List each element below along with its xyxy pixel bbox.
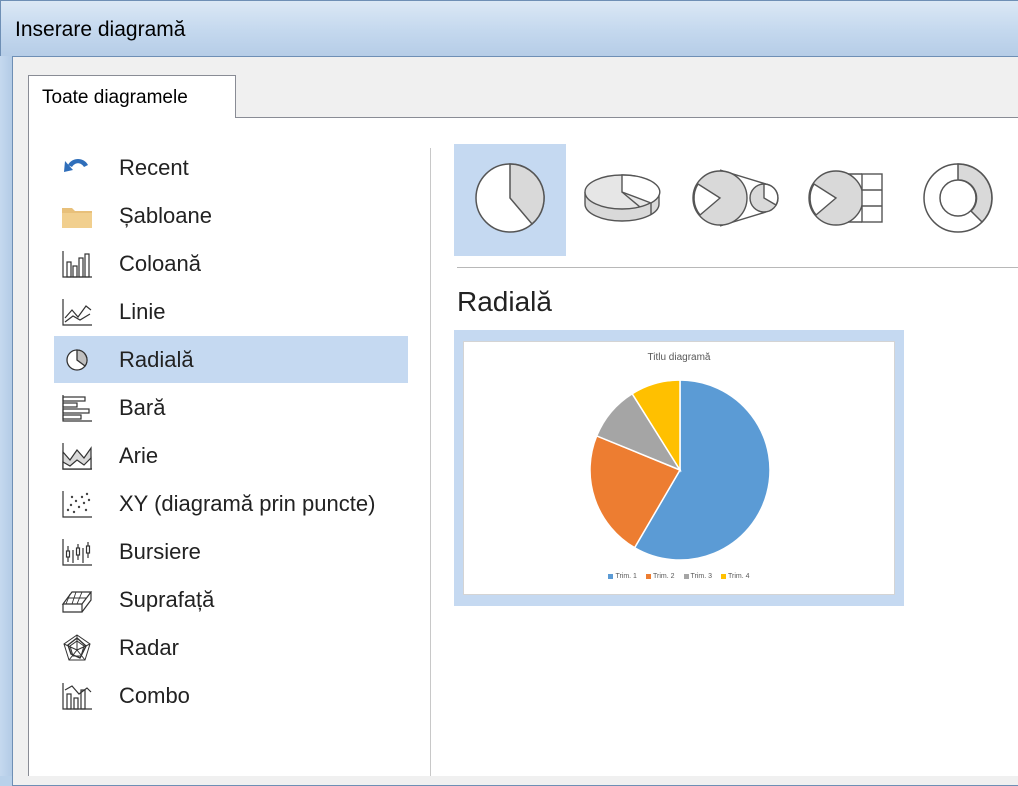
sidebar-item-label: Radială — [119, 346, 194, 372]
legend-item: Trim. 1 — [608, 573, 637, 580]
stock-chart-icon — [60, 536, 94, 568]
bar-of-pie-icon — [798, 158, 894, 243]
sidebar-item-radar[interactable]: Radar — [54, 624, 408, 671]
sidebar-item-recent[interactable]: Recent — [54, 144, 408, 191]
sidebar-item-label: Coloană — [119, 250, 201, 276]
bar-chart-icon — [60, 392, 94, 424]
sidebar-item-scatter[interactable]: XY (diagramă prin puncte) — [54, 480, 408, 527]
legend-label: Trim. 4 — [728, 573, 750, 580]
scatter-chart-icon — [60, 488, 94, 520]
combo-chart-icon — [60, 680, 94, 712]
title-bar: Inserare diagramă — [0, 0, 1018, 56]
legend-label: Trim. 2 — [652, 573, 675, 580]
area-chart-icon — [60, 440, 94, 472]
tab-strip-line — [236, 117, 1018, 118]
sidebar-item-label: Combo — [119, 682, 190, 708]
pie-chart — [589, 379, 771, 561]
legend-swatch — [608, 574, 614, 579]
subtype-bar-of-pie[interactable] — [790, 144, 902, 256]
chart-preview-canvas: Titlu diagramă Trim. 1 Trim. 2 Trim. 3 Trim… — [463, 341, 895, 595]
legend-item: Trim. 2 — [645, 573, 675, 580]
chart-legend: Trim. 1 Trim. 2 Trim. 3 Trim. 4 — [464, 573, 894, 580]
pie-of-pie-icon — [686, 158, 782, 243]
sidebar-item-surface[interactable]: Suprafață — [54, 576, 408, 623]
pie-2d-icon — [470, 158, 550, 243]
pie-3d-icon — [577, 158, 667, 243]
sidebar-item-combo[interactable]: Combo — [54, 672, 408, 719]
pie-chart-icon — [60, 344, 94, 376]
legend-item: Trim. 3 — [683, 573, 713, 580]
sidebar-item-label: Șabloane — [119, 202, 212, 228]
sidebar-item-label: Bară — [119, 394, 166, 420]
line-chart-icon — [60, 296, 94, 328]
legend-swatch — [683, 574, 689, 579]
sidebar-item-label: Recent — [119, 154, 189, 180]
sidebar-item-bar[interactable]: Bară — [54, 384, 408, 431]
radar-chart-icon — [60, 632, 94, 664]
sidebar-item-label: Arie — [119, 442, 159, 468]
recent-icon — [60, 152, 94, 184]
chart-preview[interactable]: Titlu diagramă Trim. 1 Trim. 2 Trim. 3 Trim… — [454, 330, 904, 606]
pane-divider — [430, 148, 431, 776]
sidebar-item-label: XY (diagramă prin puncte) — [119, 490, 376, 516]
sidebar-item-pie[interactable]: Radială — [54, 336, 408, 383]
sidebar-item-column[interactable]: Coloană — [54, 240, 408, 287]
legend-label: Trim. 1 — [615, 573, 637, 580]
sidebar-item-label: Linie — [119, 298, 166, 324]
subtype-pie-2d[interactable] — [454, 144, 566, 256]
legend-swatch — [645, 574, 651, 579]
sidebar-item-line[interactable]: Linie — [54, 288, 408, 335]
sidebar-item-label: Suprafață — [119, 586, 215, 612]
window-frame — [0, 56, 12, 776]
subtype-doughnut[interactable] — [902, 144, 1014, 256]
subtype-pie-3d[interactable] — [566, 144, 678, 256]
sidebar-item-stock[interactable]: Bursiere — [54, 528, 408, 575]
legend-label: Trim. 3 — [690, 573, 713, 580]
sidebar-item-templates[interactable]: Șabloane — [54, 192, 408, 239]
tab-all-charts[interactable]: Toate diagramele — [28, 75, 236, 118]
sidebar-item-label: Radar — [119, 634, 179, 660]
subtype-separator — [457, 267, 1018, 268]
column-chart-icon — [60, 248, 94, 280]
subtype-pie-of-pie[interactable] — [678, 144, 790, 256]
sidebar-item-area[interactable]: Arie — [54, 432, 408, 479]
tab-label: Toate diagramele — [42, 87, 188, 108]
folder-icon — [60, 200, 94, 232]
chart-type-title: Radială — [457, 286, 552, 317]
window-title: Inserare diagramă — [15, 18, 186, 41]
legend-swatch — [721, 574, 727, 579]
surface-chart-icon — [60, 584, 94, 616]
doughnut-icon — [918, 158, 998, 243]
legend-item: Trim. 4 — [721, 573, 750, 580]
sidebar-item-label: Bursiere — [119, 538, 201, 564]
